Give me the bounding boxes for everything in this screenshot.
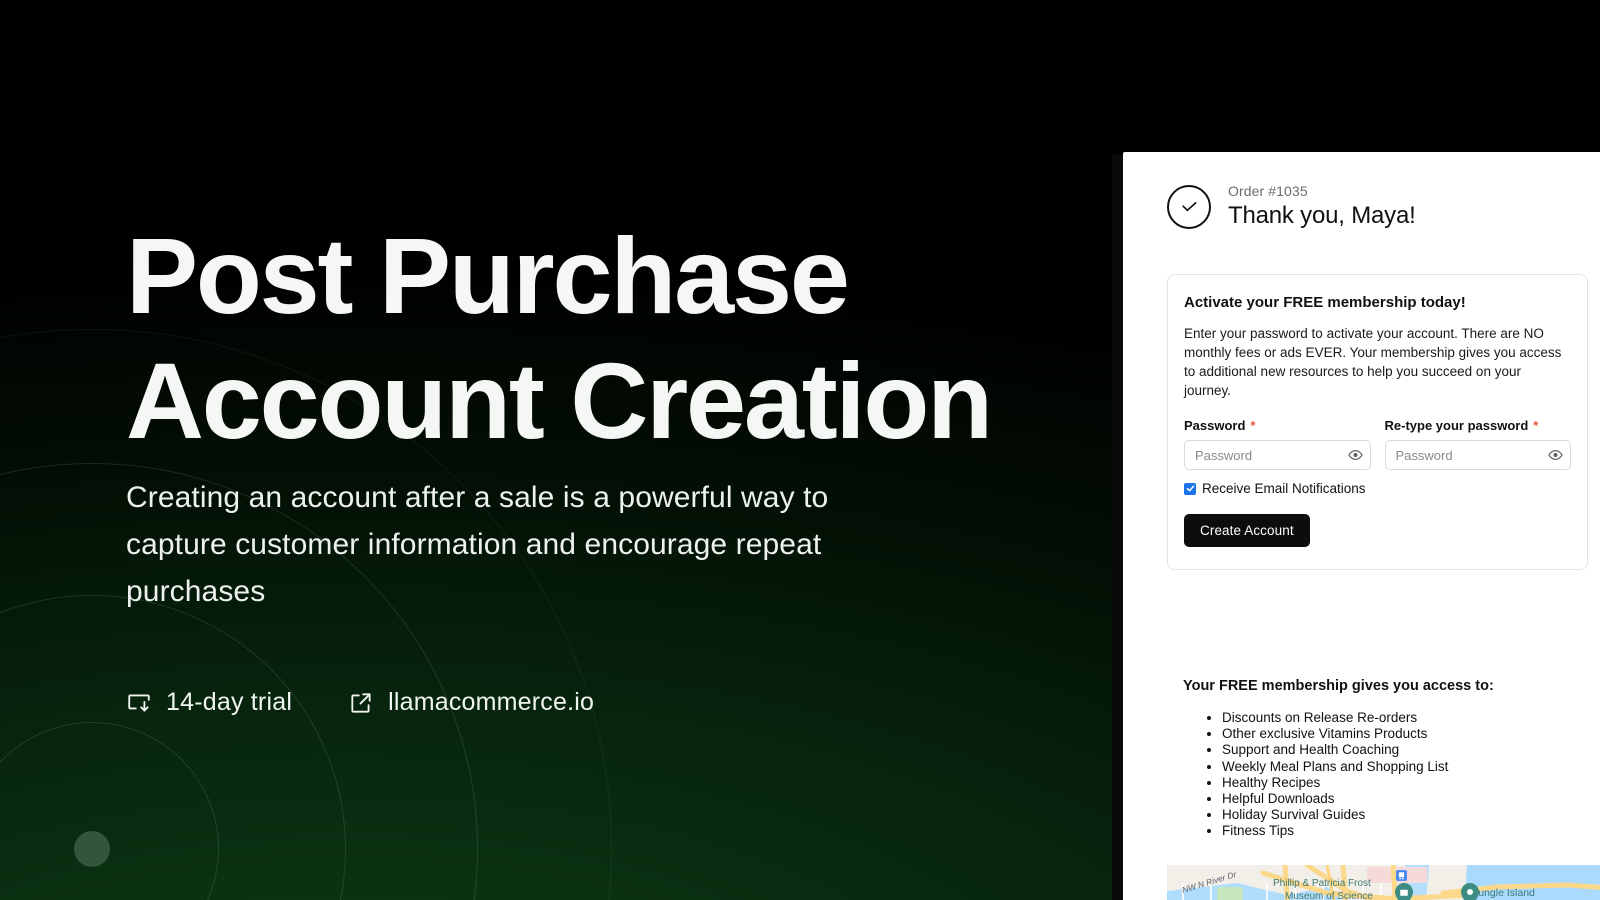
benefits-heading: Your FREE membership gives you access to… (1183, 678, 1494, 694)
retype-password-visibility-toggle-icon[interactable] (1548, 448, 1563, 463)
list-item: Fitness Tips (1222, 823, 1448, 839)
trial-label: 14-day trial (166, 688, 293, 716)
password-label-text: Password (1184, 418, 1246, 433)
list-item: Discounts on Release Re-orders (1222, 710, 1448, 726)
password-input[interactable] (1184, 440, 1371, 470)
retype-password-input[interactable] (1384, 440, 1571, 470)
hero-meta-row: 14-day trial llamacommerce.io (126, 688, 594, 717)
password-required-asterisk: * (1250, 418, 1256, 433)
order-success-check-icon (1167, 185, 1211, 229)
page-root: Post Purchase Account Creation Creating … (0, 0, 1600, 900)
website-label: llamacommerce.io (388, 688, 595, 716)
list-item: Holiday Survival Guides (1222, 807, 1448, 823)
create-account-button[interactable]: Create Account (1184, 514, 1310, 547)
email-notifications-checkbox[interactable] (1184, 482, 1196, 495)
list-item: Weekly Meal Plans and Shopping List (1222, 759, 1448, 775)
email-notifications-checkbox-row[interactable]: Receive Email Notifications (1184, 481, 1571, 496)
activation-description: Enter your password to activate your acc… (1184, 326, 1562, 398)
email-notifications-label: Receive Email Notifications (1202, 481, 1366, 496)
ring-center-dot (74, 831, 110, 867)
order-header: Order #1035 Thank you, Maya! (1167, 183, 1416, 231)
retype-password-label: Re-type your password * (1385, 418, 1572, 433)
page-title-line-1: Post Purchase (126, 215, 850, 336)
list-item: Other exclusive Vitamins Products (1222, 726, 1448, 742)
password-field-group: Password * (1184, 418, 1371, 470)
page-subtitle: Creating an account after a sale is a po… (126, 481, 829, 608)
retype-required-asterisk: * (1533, 418, 1539, 433)
membership-activation-card: Activate your FREE membership today! Ent… (1167, 274, 1588, 570)
shipping-address-map[interactable]: NW N River Dr Phillip & Patricia Frost Mus… (1167, 865, 1600, 900)
order-number: Order #1035 (1228, 183, 1308, 199)
hero-content: Post Purchase Account Creation Creating … (126, 0, 1126, 900)
trial-meta-item: 14-day trial (126, 688, 292, 717)
thank-you-heading: Thank you, Maya! (1228, 202, 1416, 229)
benefits-list: Discounts on Release Re-orders Other exc… (1204, 710, 1448, 840)
website-meta-item[interactable]: llamacommerce.io (348, 688, 594, 717)
list-item: Healthy Recipes (1222, 775, 1448, 791)
list-item: Support and Health Coaching (1222, 742, 1448, 758)
list-item: Helpful Downloads (1222, 791, 1448, 807)
page-title-line-2: Account Creation (126, 340, 993, 461)
checkout-confirmation-panel: Order #1035 Thank you, Maya! Activate yo… (1123, 152, 1600, 900)
map-canvas (1167, 865, 1600, 900)
external-link-icon (348, 690, 374, 716)
page-title: Post Purchase Account Creation (126, 213, 1086, 463)
password-fields-row: Password * Password Re-type your passwor… (1184, 418, 1571, 470)
password-visibility-toggle-icon[interactable] (1347, 448, 1363, 463)
activation-title: Activate your FREE membership today! (1184, 294, 1466, 311)
retype-password-field-group: Re-type your password * (1384, 418, 1572, 470)
retype-password-label-text: Re-type your password (1384, 418, 1529, 433)
download-to-device-icon (126, 690, 152, 716)
password-label: Password * (1184, 418, 1371, 433)
